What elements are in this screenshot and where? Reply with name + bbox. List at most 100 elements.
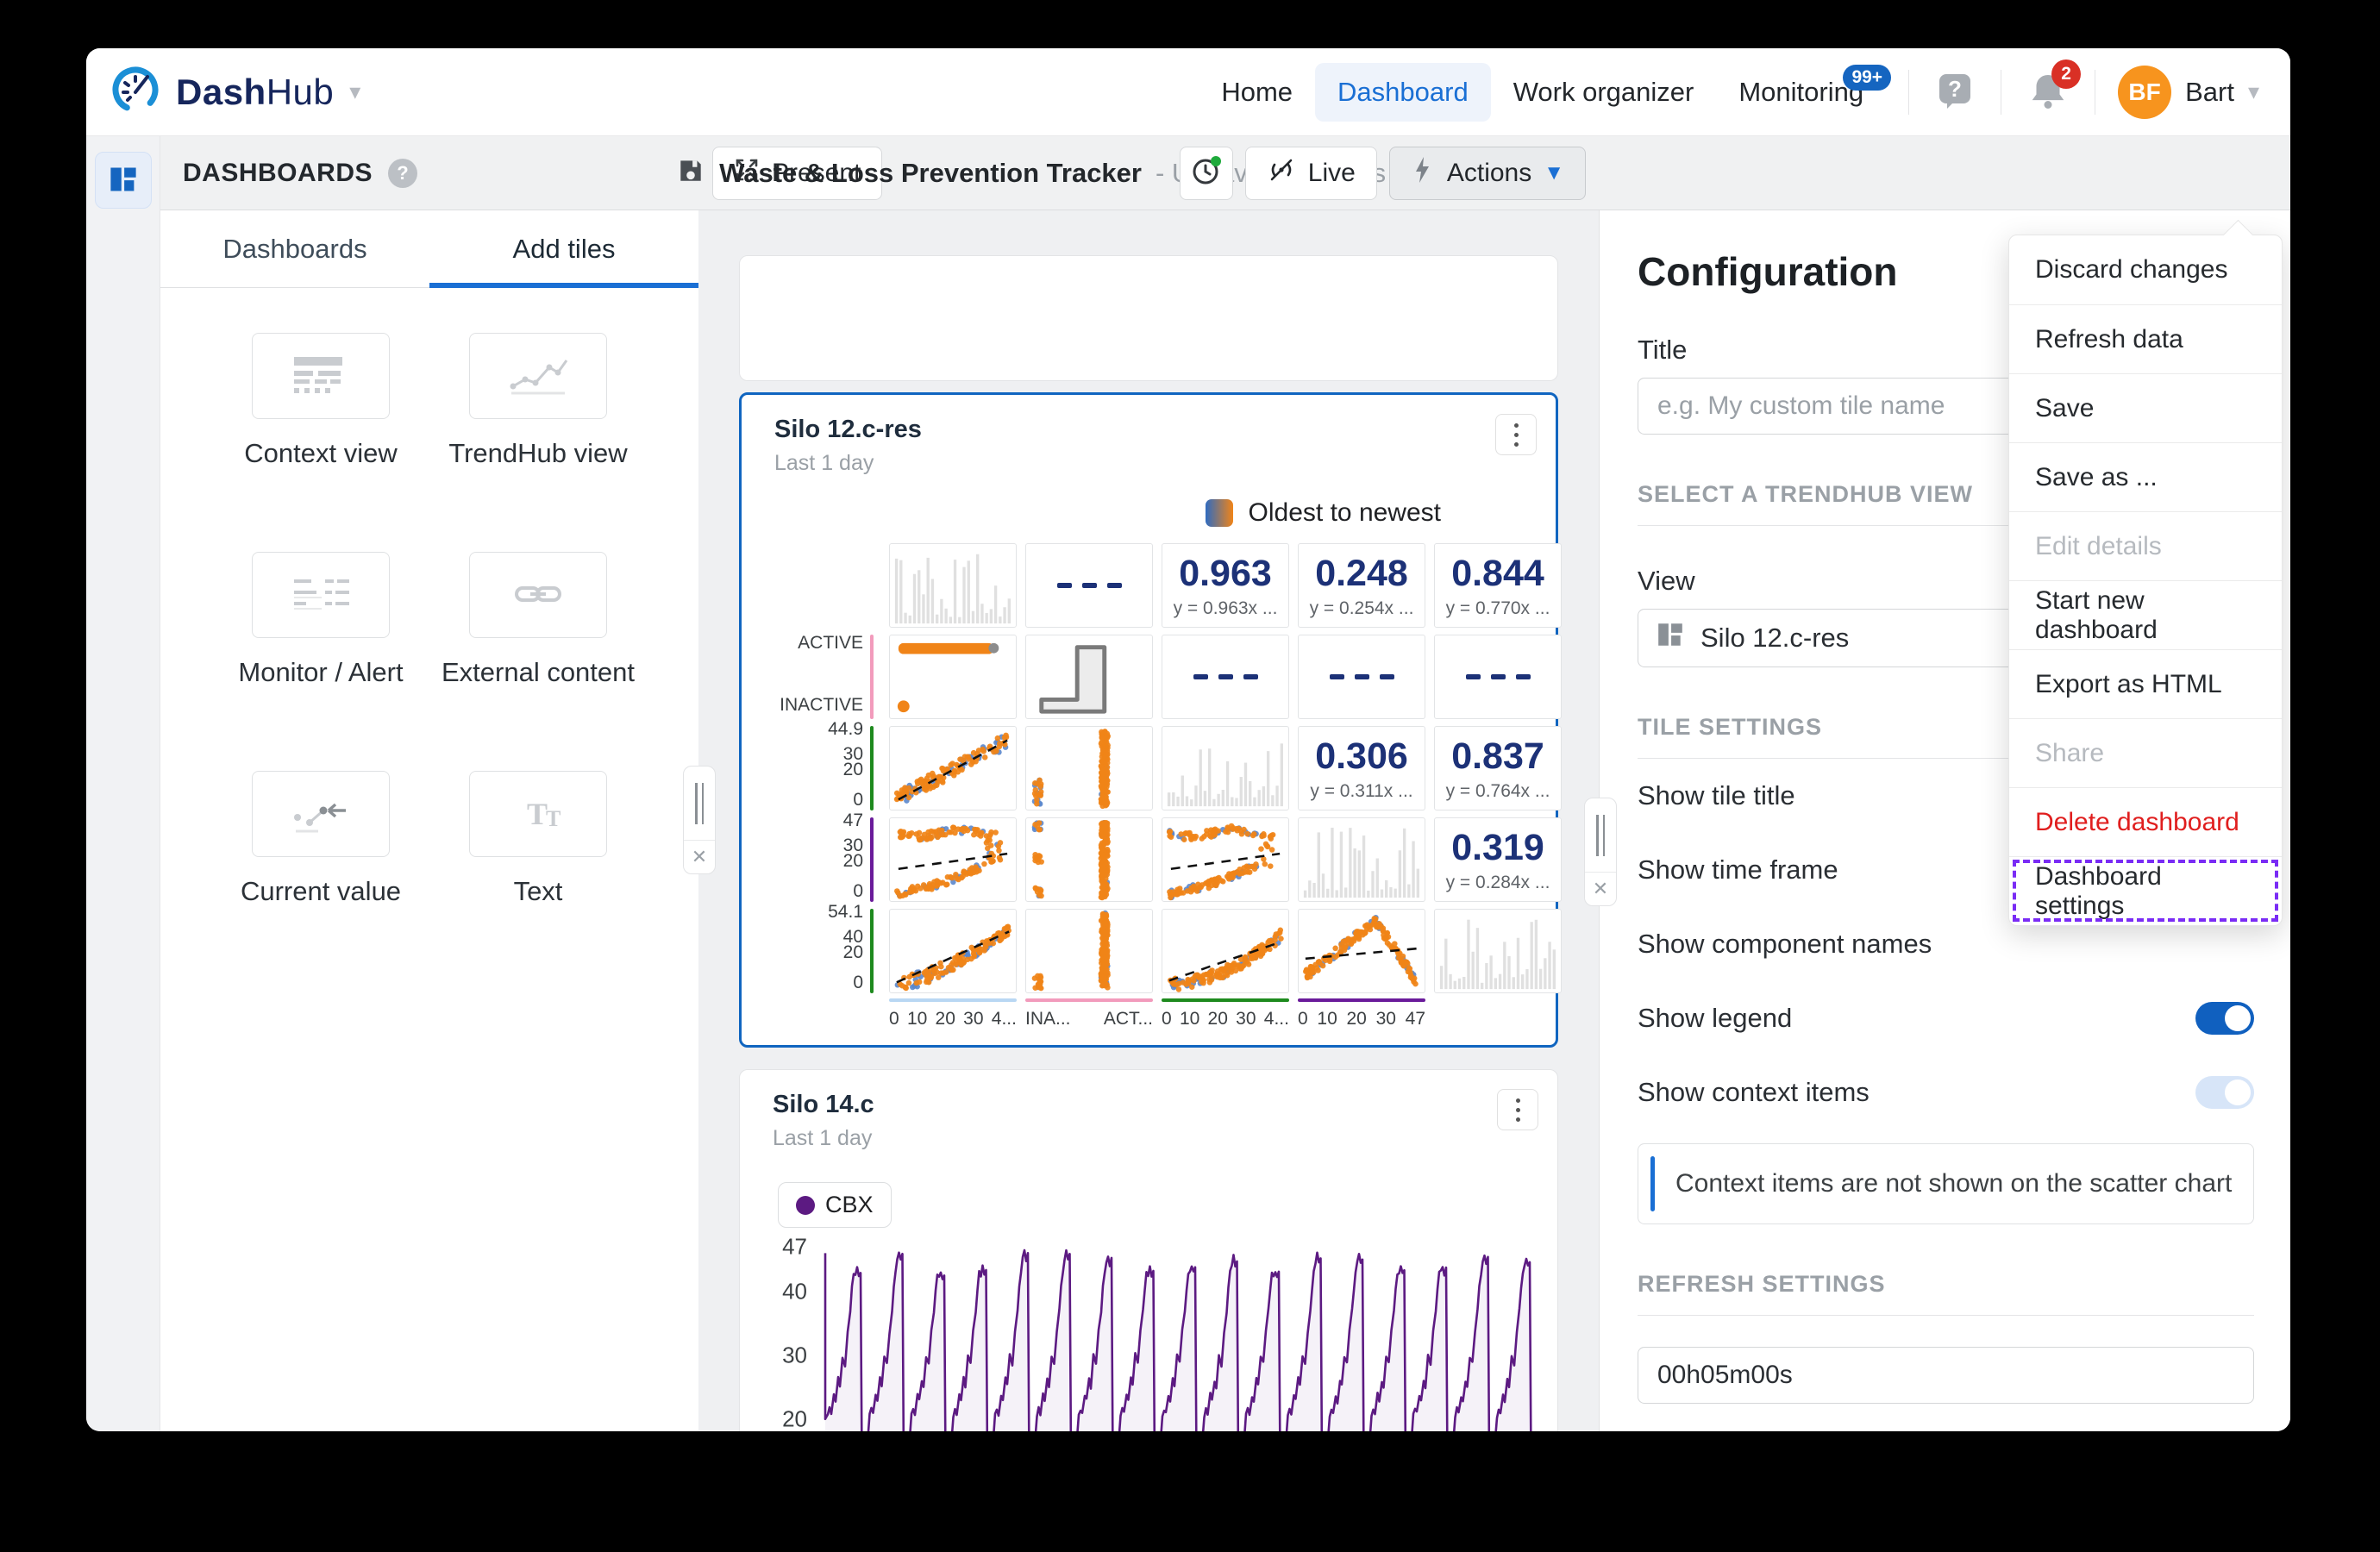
matrix-cell-r0c3-corr[interactable]: 0.248y = 0.254x ... bbox=[1298, 543, 1425, 628]
dashboard-canvas[interactable]: Silo 12.c-res Last 1 day Oldest to newes… bbox=[698, 210, 1600, 1431]
menu-item-start-new-dashboard[interactable]: Start new dashboard bbox=[2009, 580, 2282, 649]
collapse-panel-icon[interactable]: ✕ bbox=[684, 841, 715, 873]
sidebar-resize-handle[interactable]: ✕ bbox=[683, 766, 716, 874]
text-card[interactable]: TT bbox=[469, 771, 607, 857]
matrix-cell-r1c1-step[interactable] bbox=[1025, 635, 1153, 719]
menu-item-save-as[interactable]: Save as ... bbox=[2009, 442, 2282, 511]
lightning-icon bbox=[1411, 156, 1435, 191]
setting-label: Show component names bbox=[1638, 929, 1932, 960]
matrix-cell-r0c1-dashes[interactable] bbox=[1025, 543, 1153, 628]
menu-item-discard-changes[interactable]: Discard changes bbox=[2009, 235, 2282, 304]
live-button[interactable]: Live bbox=[1245, 147, 1377, 200]
dashboard-grid-icon bbox=[108, 164, 139, 197]
user-menu[interactable]: BF Bart ▾ bbox=[2118, 66, 2259, 119]
tile-type-current-value: Current value bbox=[241, 771, 401, 907]
matrix-cell-r2c0-scatter-diag[interactable] bbox=[889, 726, 1017, 810]
left-rail bbox=[86, 136, 160, 1431]
tile-type-cards: Context viewTrendHub viewMonitor / Alert… bbox=[160, 288, 698, 952]
matrix-cell-r4c2-scatter-rise2[interactable] bbox=[1162, 909, 1289, 993]
series-color-dot bbox=[796, 1196, 815, 1215]
section-refresh-settings: REFRESH SETTINGS bbox=[1638, 1271, 2254, 1298]
matrix-cell-r1c0-cat-bar[interactable] bbox=[889, 635, 1017, 719]
matrix-cell-r3c2-scatter-hook[interactable] bbox=[1162, 817, 1289, 902]
nav-item-dashboard[interactable]: Dashboard bbox=[1315, 63, 1491, 122]
menu-item-delete-dashboard[interactable]: Delete dashboard bbox=[2009, 787, 2282, 856]
menu-item-export-as-html[interactable]: Export as HTML bbox=[2009, 649, 2282, 718]
add-tiles-sidebar: DashboardsAdd tiles Context viewTrendHub… bbox=[160, 210, 698, 1431]
matrix-row-axis-3: 4730200 bbox=[774, 817, 880, 902]
tile-type-context-view: Context view bbox=[244, 333, 397, 469]
refresh-interval-input[interactable] bbox=[1638, 1347, 2254, 1404]
bell-icon bbox=[2027, 101, 2069, 114]
actions-button[interactable]: Actions ▼ bbox=[1389, 147, 1586, 200]
menu-item-share: Share bbox=[2009, 718, 2282, 787]
nav-item-monitoring[interactable]: Monitoring99+ bbox=[1716, 63, 1886, 122]
menu-item-refresh-data[interactable]: Refresh data bbox=[2009, 304, 2282, 373]
matrix-x-axis-0: 01020304... bbox=[889, 997, 1017, 1029]
dashboards-panel-button[interactable] bbox=[95, 152, 152, 209]
nav-item-home[interactable]: Home bbox=[1199, 63, 1315, 122]
matrix-cell-r4c3-scatter-peak[interactable] bbox=[1298, 909, 1425, 993]
matrix-cell-r3c1-strip-dots[interactable] bbox=[1025, 817, 1153, 902]
matrix-cell-r2c3-corr[interactable]: 0.306y = 0.311x ... bbox=[1298, 726, 1425, 810]
matrix-cell-r1c3-dashes[interactable] bbox=[1298, 635, 1425, 719]
matrix-cell-r4c1-strip-pair2[interactable] bbox=[1025, 909, 1153, 993]
matrix-cell-r4c0-scatter-rise[interactable] bbox=[889, 909, 1017, 993]
refresh-timer-button[interactable] bbox=[1180, 147, 1233, 200]
notification-badge: 2 bbox=[2051, 59, 2081, 89]
notifications-button[interactable]: 2 bbox=[2024, 66, 2072, 117]
panel-help-icon[interactable]: ? bbox=[388, 159, 417, 188]
tab-dashboards[interactable]: Dashboards bbox=[160, 210, 429, 287]
dashhub-logo-icon bbox=[110, 65, 160, 119]
drag-grip-icon[interactable] bbox=[1585, 798, 1616, 873]
toolbar: DASHBOARDS ? Present bbox=[160, 136, 2290, 210]
menu-item-dashboard-settings[interactable]: Dashboard settings bbox=[2009, 856, 2282, 925]
brand[interactable]: DashHub ▾ bbox=[110, 65, 360, 119]
svg-text:T: T bbox=[527, 797, 548, 831]
tile-silo-14c[interactable]: Silo 14.c Last 1 day CBX 47403020 bbox=[739, 1069, 1558, 1431]
matrix-cell-r2c1-strip-pair[interactable] bbox=[1025, 726, 1153, 810]
external-content-card[interactable] bbox=[469, 552, 607, 638]
matrix-cell-r3c0-scatter-hook[interactable] bbox=[889, 817, 1017, 902]
trendhub-view-card[interactable] bbox=[469, 333, 607, 419]
current-value-card[interactable] bbox=[252, 771, 390, 857]
tab-add-tiles[interactable]: Add tiles bbox=[429, 210, 698, 287]
matrix-cell-r0c2-corr[interactable]: 0.963y = 0.963x ... bbox=[1162, 543, 1289, 628]
series-legend-chip[interactable]: CBX bbox=[778, 1182, 892, 1228]
matrix-cell-r1c4-dashes[interactable] bbox=[1434, 635, 1562, 719]
matrix-cell-r3c4-corr[interactable]: 0.319y = 0.284x ... bbox=[1434, 817, 1562, 902]
matrix-x-axis-3: 010203047 bbox=[1298, 997, 1425, 1029]
matrix-cell-r0c0-hist[interactable] bbox=[889, 543, 1017, 628]
context-view-card[interactable] bbox=[252, 333, 390, 419]
matrix-row-axis-0 bbox=[774, 543, 880, 628]
matrix-cell-r3c3-hist[interactable] bbox=[1298, 817, 1425, 902]
tile-menu-button[interactable] bbox=[1497, 1089, 1538, 1130]
text-icon: TT bbox=[501, 788, 575, 841]
matrix-cell-r0c4-corr[interactable]: 0.844y = 0.770x ... bbox=[1434, 543, 1562, 628]
nav-item-work-organizer[interactable]: Work organizer bbox=[1491, 63, 1717, 122]
setting-label: Show legend bbox=[1638, 1003, 1792, 1034]
brand-caret-icon[interactable]: ▾ bbox=[349, 78, 360, 105]
collapse-panel-icon[interactable]: ✕ bbox=[1585, 873, 1616, 905]
card-label: External content bbox=[442, 657, 635, 688]
matrix-cell-r1c2-dashes[interactable] bbox=[1162, 635, 1289, 719]
toggle-show-legend[interactable] bbox=[2195, 1002, 2254, 1035]
monitor-alert-card[interactable] bbox=[252, 552, 390, 638]
config-resize-handle[interactable]: ✕ bbox=[1584, 798, 1617, 906]
save-icon[interactable] bbox=[676, 156, 705, 190]
help-button[interactable]: ? bbox=[1932, 67, 1978, 116]
empty-tile[interactable] bbox=[739, 255, 1558, 381]
menu-item-save[interactable]: Save bbox=[2009, 373, 2282, 442]
menu-item-edit-details: Edit details bbox=[2009, 511, 2282, 580]
tile-timeframe: Last 1 day bbox=[774, 451, 1523, 476]
tile-menu-button[interactable] bbox=[1495, 414, 1537, 455]
actions-dropdown-menu: Discard changesRefresh dataSaveSave as .… bbox=[2008, 235, 2283, 926]
live-off-icon bbox=[1267, 155, 1296, 191]
drag-grip-icon[interactable] bbox=[684, 767, 715, 841]
matrix-cell-r4c4-hist[interactable] bbox=[1434, 909, 1562, 993]
tile-silo-12c-res[interactable]: Silo 12.c-res Last 1 day Oldest to newes… bbox=[739, 392, 1558, 1048]
setting-show-context-items: Show context items bbox=[1638, 1055, 2254, 1130]
matrix-cell-r2c2-hist[interactable] bbox=[1162, 726, 1289, 810]
tile-title: Silo 12.c-res bbox=[774, 416, 1523, 444]
matrix-cell-r2c4-corr[interactable]: 0.837y = 0.764x ... bbox=[1434, 726, 1562, 810]
